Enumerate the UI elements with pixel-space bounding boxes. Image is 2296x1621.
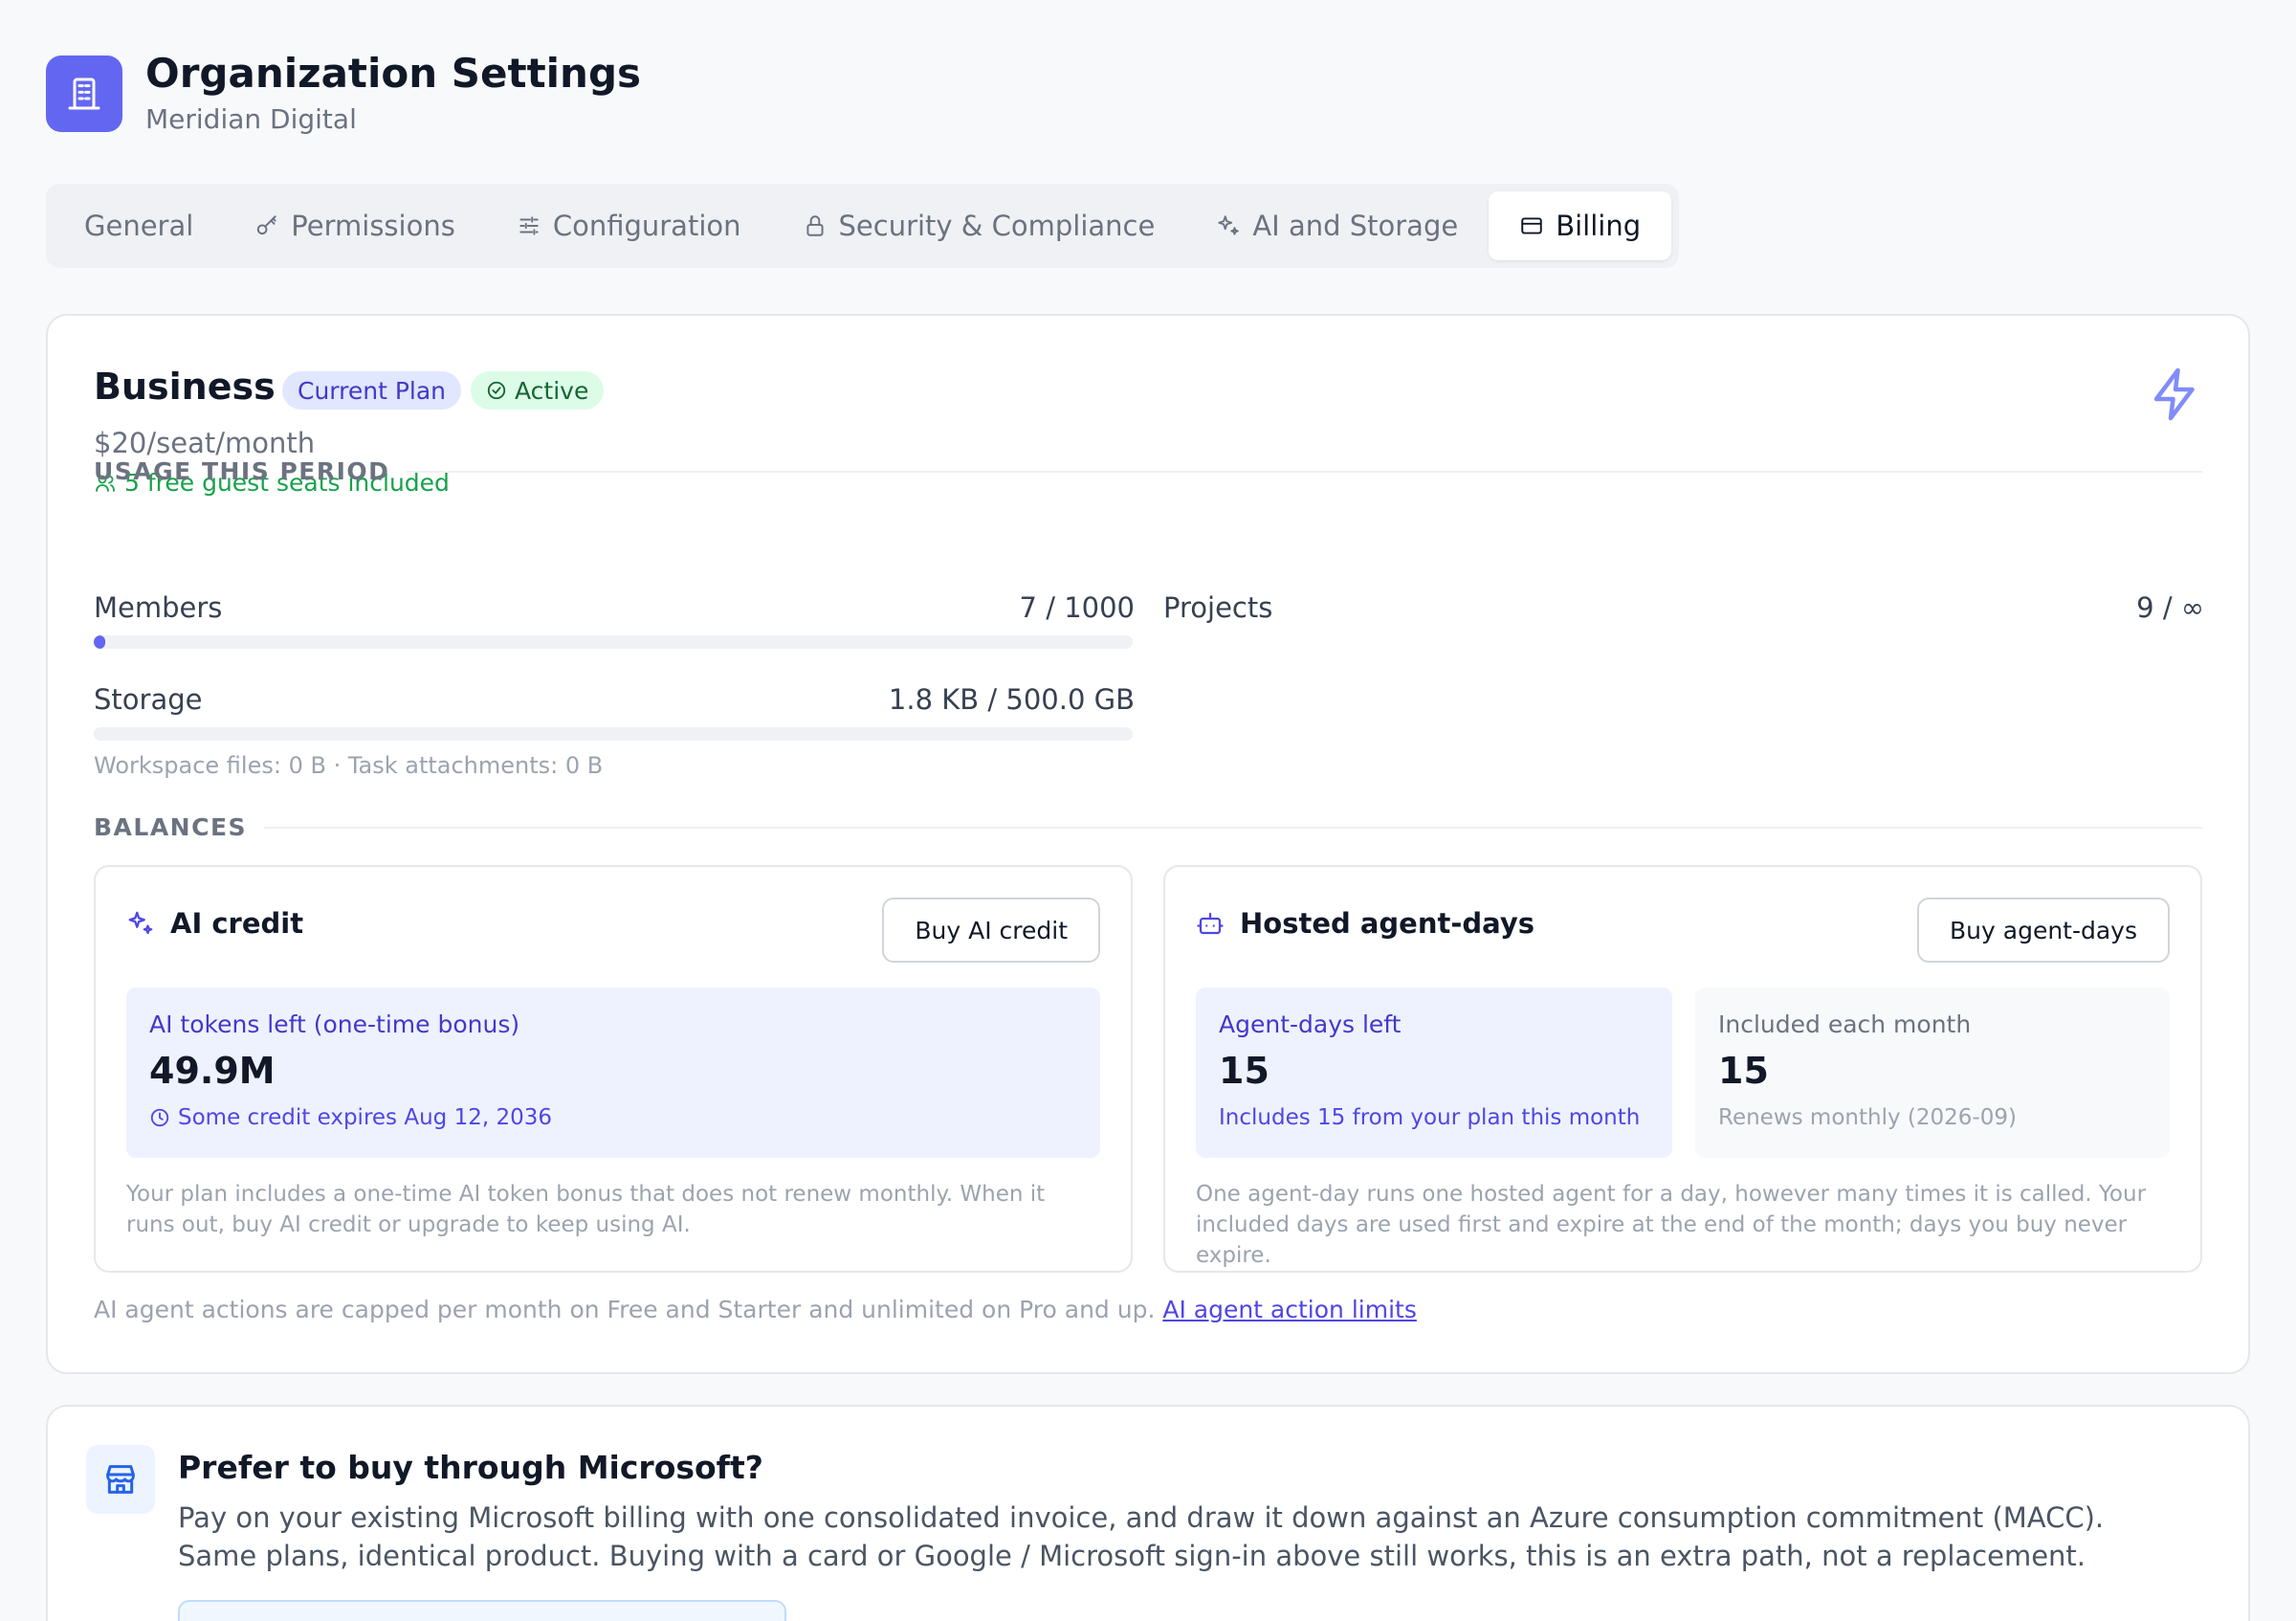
credit-card-icon [1521, 217, 1542, 234]
ai-tokens-value: 49.9M [149, 1050, 276, 1092]
balances-section-title: BALANCES [94, 813, 2202, 841]
storage-value: 1.8 KB / 500.0 GB [888, 683, 1135, 716]
stat-label: Included each month [1718, 1010, 1972, 1038]
sparkles-icon [1218, 215, 1240, 235]
ai-credit-title: AI credit [126, 907, 303, 940]
panel-title-label: AI credit [170, 907, 304, 940]
ai-credit-description: Your plan includes a one-time AI token b… [126, 1182, 1046, 1237]
plan-name: Business [94, 366, 276, 408]
agent-days-left-stat: Agent-days left 15 Includes 15 from your… [1196, 988, 1672, 1158]
tab-general[interactable]: General [54, 191, 224, 260]
buy-ai-credit-button[interactable]: Buy AI credit [882, 898, 1100, 963]
tab-label: Security & Compliance [838, 210, 1156, 242]
agent-days-title: Hosted agent-days [1196, 907, 1534, 940]
agent-action-limits-link[interactable]: AI agent action limits [1162, 1296, 1417, 1323]
tab-label: AI and Storage [1252, 210, 1459, 242]
agent-actions-note: AI agent actions are capped per month on… [94, 1296, 1417, 1323]
microsoft-title: Prefer to buy through Microsoft? [178, 1449, 763, 1486]
agent-note-text: AI agent actions are capped per month on… [94, 1296, 1156, 1323]
ai-credit-panel: AI credit Buy AI credit AI tokens left (… [94, 865, 1133, 1273]
sparkles-icon [128, 911, 153, 935]
tab-ai-storage[interactable]: AI and Storage [1185, 191, 1489, 260]
store-icon [86, 1445, 155, 1514]
bolt-icon [2147, 366, 2204, 427]
tab-label: Billing [1556, 210, 1642, 242]
stat-label: AI tokens left (one-time bonus) [149, 1010, 520, 1038]
members-progress [94, 635, 1133, 649]
lock-icon [806, 215, 824, 236]
page-header: Organization Settings Meridian Digital [46, 50, 642, 136]
storage-progress [94, 727, 1133, 741]
tab-label: Permissions [291, 210, 455, 242]
members-progress-fill [94, 635, 105, 649]
members-label: Members [94, 591, 223, 624]
key-icon [257, 215, 276, 235]
usage-section-title: USAGE THIS PERIOD [94, 457, 2202, 485]
status-badge: Active [471, 371, 605, 410]
section-label: BALANCES [94, 813, 248, 841]
agent-days-left-value: 15 [1219, 1050, 1269, 1092]
members-value: 7 / 1000 [1019, 591, 1135, 624]
tab-billing[interactable]: Billing [1489, 191, 1672, 260]
credit-expiry: Some credit expires Aug 12, 2036 [149, 1105, 1077, 1130]
microsoft-description: Pay on your existing Microsoft billing w… [178, 1501, 2105, 1572]
credit-expiry-text: Some credit expires Aug 12, 2036 [178, 1105, 552, 1130]
plan-price: $20/seat/month [94, 427, 316, 459]
stat-sub: Includes 15 from your plan this month [1219, 1105, 1641, 1130]
files-note: Workspace files: 0 B · Task attachments:… [94, 752, 604, 779]
section-label: USAGE THIS PERIOD [94, 457, 390, 485]
robot-icon [1197, 912, 1224, 935]
ai-tokens-stat: AI tokens left (one-time bonus) 49.9M So… [126, 988, 1100, 1158]
check-circle-icon [487, 381, 506, 400]
microsoft-marketplace-button[interactable] [178, 1600, 786, 1621]
microsoft-card: Prefer to buy through Microsoft? Pay on … [46, 1405, 2250, 1621]
plan-card: Business Current Plan Active $20/seat/mo… [46, 314, 2250, 1374]
stat-label: Agent-days left [1219, 1010, 1402, 1038]
sliders-icon [519, 216, 539, 235]
clock-icon [150, 1108, 169, 1127]
current-plan-badge: Current Plan [282, 371, 462, 410]
badge-label: Active [515, 376, 589, 405]
tab-label: General [84, 210, 194, 242]
projects-value: 9 / ∞ [2136, 591, 2204, 624]
storage-label: Storage [94, 683, 203, 716]
org-name: Meridian Digital [145, 103, 357, 136]
tab-permissions[interactable]: Permissions [224, 191, 486, 260]
building-icon [46, 55, 122, 132]
projects-label: Projects [1163, 591, 1273, 624]
tab-security[interactable]: Security & Compliance [772, 191, 1186, 260]
page-title: Organization Settings [145, 50, 642, 97]
stat-sub: Renews monthly (2026-09) [1718, 1105, 2017, 1130]
buy-agent-days-button[interactable]: Buy agent-days [1917, 898, 2170, 963]
tab-configuration[interactable]: Configuration [486, 191, 772, 260]
tab-label: Configuration [552, 210, 741, 242]
agent-days-panel: Hosted agent-days Buy agent-days Agent-d… [1163, 865, 2202, 1273]
panel-title-label: Hosted agent-days [1240, 907, 1534, 940]
badge-label: Current Plan [298, 376, 447, 405]
included-monthly-stat: Included each month 15 Renews monthly (2… [1695, 988, 2170, 1158]
agent-days-description: One agent-day runs one hosted agent for … [1196, 1182, 2147, 1268]
included-monthly-value: 15 [1718, 1050, 1769, 1092]
settings-tabs: General Permissions Configuration Securi… [46, 184, 1680, 268]
